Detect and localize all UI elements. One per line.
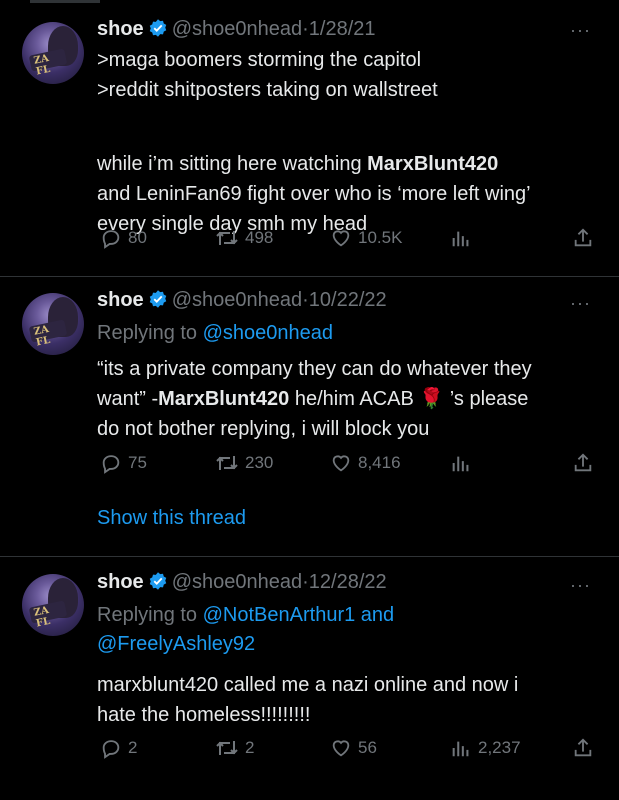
reply-count: 80 (128, 228, 147, 247)
retweet-count: 498 (245, 228, 274, 247)
reply-mention-link[interactable]: @FreelyAshley92 (97, 633, 255, 655)
retweet-button[interactable]: 2 (215, 737, 254, 759)
reply-icon (100, 452, 122, 474)
analytics-icon (450, 737, 472, 759)
reply-icon (100, 737, 122, 759)
like-count: 8,416 (358, 453, 401, 472)
mention-name: MarxBlunt420 (367, 153, 499, 175)
text-line: hate the homeless!!!!!!!!! (97, 704, 311, 726)
tweet-text: marxblunt420 called me a nazi online and… (97, 670, 607, 730)
share-button[interactable] (572, 737, 594, 759)
more-options-icon[interactable]: ··· (570, 575, 591, 596)
reply-count: 2 (128, 738, 138, 757)
separator: · (302, 289, 309, 311)
heart-icon (330, 452, 352, 474)
reply-icon (100, 227, 122, 249)
like-button[interactable]: 10.5K (330, 227, 402, 249)
rose-emoji: 🌹 (419, 388, 445, 410)
display-name[interactable]: shoe (97, 289, 144, 311)
views-button[interactable] (450, 452, 478, 474)
tweet-date[interactable]: 12/28/22 (309, 571, 387, 593)
share-icon (572, 737, 594, 759)
heart-icon (330, 227, 352, 249)
reply-mention-link[interactable]: @NotBenArthur1 (203, 604, 356, 626)
text-line: >reddit shitposters taking on wallstreet (97, 79, 438, 101)
views-button[interactable]: 2,237 (450, 737, 521, 759)
text-line: >maga boomers storming the capitol (97, 49, 422, 71)
tweet-actions: 75 230 8,416 (97, 452, 597, 480)
retweet-count: 2 (245, 738, 255, 757)
analytics-icon (450, 227, 472, 249)
text-line: while i’m sitting here watching MarxBlun… (97, 153, 499, 175)
retweet-icon (215, 737, 239, 759)
avatar[interactable]: ZA FL (22, 22, 84, 84)
text-line: do not bother replying, i will block you (97, 418, 430, 440)
tweet-2[interactable]: ZA FL shoe @shoe0nhead·10/22/22 ··· Reply… (0, 277, 619, 556)
reply-button[interactable]: 80 (100, 227, 147, 249)
reply-mention-link[interactable]: @shoe0nhead (203, 322, 333, 344)
tweet-text: “its a private company they can do whate… (97, 354, 607, 444)
verified-badge-icon (148, 18, 168, 44)
retweet-count: 230 (245, 453, 274, 472)
separator: · (302, 571, 309, 593)
like-button[interactable]: 8,416 (330, 452, 401, 474)
text-line: want” -MarxBlunt420 he/him ACAB 🌹 ’s ple… (97, 388, 529, 410)
reply-count: 75 (128, 453, 147, 472)
share-button[interactable] (572, 452, 594, 474)
tweet-actions: 2 2 56 2,237 (97, 737, 597, 765)
tweet-text: >maga boomers storming the capitol >redd… (97, 45, 607, 239)
tweet-date[interactable]: 1/28/21 (309, 18, 376, 40)
more-options-icon[interactable]: ··· (570, 293, 591, 314)
share-button[interactable] (572, 227, 594, 249)
tweet-header: shoe @shoe0nhead·10/22/22 (97, 289, 387, 315)
share-icon (572, 227, 594, 249)
avatar[interactable]: ZA FL (22, 574, 84, 636)
like-count: 56 (358, 738, 377, 757)
reply-button[interactable]: 75 (100, 452, 147, 474)
replying-to: Replying to @NotBenArthur1 and @FreelyAs… (97, 604, 395, 655)
text-line: marxblunt420 called me a nazi online and… (97, 674, 519, 696)
retweet-button[interactable]: 498 (215, 227, 273, 249)
verified-badge-icon (148, 289, 168, 315)
replying-to: Replying to @shoe0nhead (97, 322, 334, 344)
more-options-icon[interactable]: ··· (570, 20, 591, 41)
view-count: 2,237 (478, 738, 521, 757)
share-icon (572, 452, 594, 474)
like-button[interactable]: 56 (330, 737, 377, 759)
retweet-button[interactable]: 230 (215, 452, 273, 474)
text-line: “its a private company they can do whate… (97, 358, 532, 380)
retweet-icon (215, 452, 239, 474)
separator: · (302, 18, 309, 40)
avatar[interactable]: ZA FL (22, 293, 84, 355)
heart-icon (330, 737, 352, 759)
views-button[interactable] (450, 227, 478, 249)
display-name[interactable]: shoe (97, 18, 144, 40)
like-count: 10.5K (358, 228, 403, 247)
retweet-icon (215, 227, 239, 249)
tweet-actions: 80 498 10.5K (97, 227, 597, 255)
display-name[interactable]: shoe (97, 571, 144, 593)
reply-button[interactable]: 2 (100, 737, 137, 759)
tweet-header: shoe @shoe0nhead·1/28/21 (97, 18, 376, 44)
tweet-header: shoe @shoe0nhead·12/28/22 (97, 571, 387, 597)
handle[interactable]: @shoe0nhead (172, 571, 302, 593)
handle[interactable]: @shoe0nhead (172, 18, 302, 40)
show-thread-link[interactable]: Show this thread (97, 507, 246, 530)
tweet-3[interactable]: ZA FL shoe @shoe0nhead·12/28/22 ··· Reply… (0, 557, 619, 800)
analytics-icon (450, 452, 472, 474)
handle[interactable]: @shoe0nhead (172, 289, 302, 311)
text-line: and LeninFan69 fight over who is ‘more l… (97, 183, 531, 205)
tweet-1[interactable]: ZA FL shoe @shoe0nhead·1/28/21 ··· >maga … (0, 0, 619, 276)
tweet-date[interactable]: 10/22/22 (309, 289, 387, 311)
verified-badge-icon (148, 571, 168, 597)
